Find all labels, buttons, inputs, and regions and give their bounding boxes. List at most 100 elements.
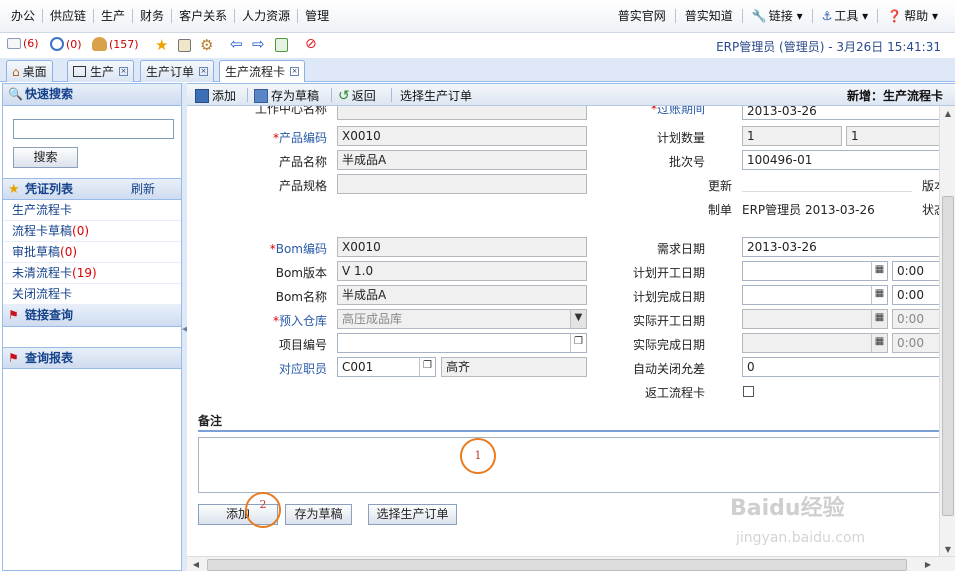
watermark-url: jingyan.baidu.com — [736, 530, 866, 546]
arrow-left-icon[interactable]: ⇦ — [230, 37, 245, 52]
bottom-save-draft-button[interactable]: 存为草稿 — [285, 504, 352, 525]
scroll-right-icon[interactable]: ▶ — [921, 558, 935, 571]
search-button[interactable]: 搜索 — [13, 147, 78, 168]
actual-start-time-field[interactable]: 0:00 — [892, 309, 942, 329]
tab-desktop[interactable]: ⌂ 桌面 — [6, 60, 53, 82]
product-code-field[interactable]: X0010 — [337, 126, 587, 146]
rework-checkbox[interactable] — [743, 386, 754, 397]
calendar-icon[interactable]: ▦ — [871, 334, 887, 352]
plan-finish-time-field[interactable]: 0:00 — [892, 285, 942, 305]
calendar-icon[interactable]: ▦ — [871, 310, 887, 328]
menu-hr[interactable]: 人力资源 — [235, 9, 299, 23]
plan-finish-date-field[interactable] — [742, 285, 888, 305]
save-draft-button[interactable]: 存为草稿 — [254, 87, 319, 104]
actual-start-date-field[interactable] — [742, 309, 888, 329]
arrow-right-icon[interactable]: ⇨ — [252, 37, 267, 52]
work-center-field[interactable] — [337, 106, 587, 120]
star-icon[interactable]: ★ — [155, 38, 170, 53]
horizontal-scroll-thumb[interactable] — [207, 559, 907, 571]
product-name-label: 产品名称 — [278, 155, 327, 169]
calendar-icon[interactable]: ▦ — [871, 262, 887, 280]
flag-icon: ⚑ — [8, 308, 19, 322]
plan-qty-unit-field[interactable]: 1 — [846, 126, 942, 146]
scroll-left-icon[interactable]: ◀ — [189, 558, 203, 571]
sidebar-item-closed-flow-card[interactable]: 关闭流程卡 — [3, 284, 181, 305]
close-icon[interactable]: × — [199, 67, 209, 76]
watermark-logo: Baidu经验 — [730, 496, 845, 521]
menu-finance[interactable]: 财务 — [133, 9, 173, 23]
warehouse-select[interactable]: 高压成品库 — [337, 309, 587, 329]
menu-links[interactable]: 🔧 链接 ▾ — [743, 9, 813, 23]
gear-icon[interactable]: ⚙ — [200, 38, 215, 53]
users-icon — [92, 37, 107, 51]
bottom-select-order-button[interactable]: 选择生产订单 — [368, 504, 457, 525]
vertical-scrollbar[interactable]: ▲ ▼ — [939, 106, 955, 558]
users-notification[interactable]: (157) — [92, 37, 139, 51]
sidebar-item-open-flow-card[interactable]: 未清流程卡(19) — [3, 263, 181, 284]
project-label: 项目编号 — [278, 338, 327, 352]
back-icon: ↺ — [338, 87, 350, 104]
menu-tools[interactable]: ⚓ 工具 ▾ — [813, 9, 879, 23]
menu-office[interactable]: 办公 — [4, 9, 44, 23]
user-info: ERP管理员 (管理员) - 3月26日 15:41:31 — [716, 40, 941, 54]
product-name-field[interactable]: 半成品A — [337, 150, 587, 170]
close-icon[interactable]: × — [119, 67, 129, 76]
plan-qty-field[interactable]: 1 — [742, 126, 842, 146]
plan-finish-label: 计划完成日期 — [632, 290, 705, 304]
calendar-icon[interactable]: ▦ — [871, 286, 887, 304]
quick-search-header[interactable]: 🔍 快速搜索 — [3, 84, 181, 106]
select-order-button[interactable]: 选择生产订单 — [400, 87, 472, 104]
auto-close-field[interactable]: 0 — [742, 357, 942, 377]
calendar-icon[interactable] — [178, 39, 191, 52]
horizontal-scrollbar[interactable]: ◀ ▶ — [187, 556, 955, 571]
voucher-list-header[interactable]: ★ 凭证列表 刷新 — [3, 178, 181, 200]
plan-start-date-field[interactable] — [742, 261, 888, 281]
menu-official-site[interactable]: 普实官网 — [609, 9, 676, 23]
actual-finish-time-field[interactable]: 0:00 — [892, 333, 942, 353]
back-button[interactable]: ↺ 返回 — [338, 87, 376, 104]
tab-production-order[interactable]: 生产订单 × — [140, 60, 215, 82]
refresh-icon[interactable] — [275, 38, 288, 52]
add-button[interactable]: 添加 — [195, 87, 236, 104]
close-icon[interactable]: × — [290, 67, 300, 76]
actual-finish-date-field[interactable] — [742, 333, 888, 353]
refresh-link[interactable]: 刷新 — [131, 179, 155, 200]
demand-date-field[interactable]: 2013-03-26 — [742, 237, 942, 257]
plan-qty-label: 计划数量 — [656, 131, 705, 145]
clock-notification[interactable]: (0) — [50, 37, 82, 51]
search-icon: 🔍 — [8, 87, 23, 101]
vertical-scroll-thumb[interactable] — [942, 196, 954, 516]
batch-field[interactable]: 100496-01 — [742, 150, 942, 170]
remark-textarea[interactable] — [198, 437, 942, 493]
lookup-icon[interactable]: ❐ — [419, 358, 435, 376]
logout-icon[interactable]: ⊘ — [305, 37, 320, 51]
menu-admin[interactable]: 管理 — [298, 9, 336, 23]
creator-value: ERP管理员 2013-03-26 — [742, 203, 875, 217]
tab-production[interactable]: 生产 × — [67, 60, 135, 82]
bom-code-field[interactable]: X0010 — [337, 237, 587, 257]
annotation-marker-2: 2 — [245, 492, 281, 528]
plan-start-time-field[interactable]: 0:00 — [892, 261, 942, 281]
project-field[interactable] — [337, 333, 587, 353]
product-spec-field[interactable] — [337, 174, 587, 194]
bom-version-field[interactable]: V 1.0 — [337, 261, 587, 281]
menu-knowledge[interactable]: 普实知道 — [676, 9, 743, 23]
menu-supply-chain[interactable]: 供应链 — [43, 9, 95, 23]
mail-notification[interactable]: (6) — [7, 37, 39, 50]
top-menu-bar: 办公 供应链 生产 财务 客户关系 人力资源 管理 普实官网 普实知道 🔧 链接 … — [0, 0, 955, 33]
sidebar-item-flow-card-draft[interactable]: 流程卡草稿(0) — [3, 221, 181, 242]
menu-production[interactable]: 生产 — [94, 9, 134, 23]
anchor-icon: ⚓ — [821, 9, 833, 23]
scroll-up-icon[interactable]: ▲ — [941, 107, 955, 121]
tab-production-flow-card[interactable]: 生产流程卡 × — [219, 60, 306, 82]
sidebar-item-approval-draft[interactable]: 审批草稿(0) — [3, 242, 181, 263]
scroll-down-icon[interactable]: ▼ — [941, 543, 955, 557]
link-query-header[interactable]: ⚑ 链接查询 — [3, 305, 181, 327]
bom-name-field[interactable]: 半成品A — [337, 285, 587, 305]
query-report-header[interactable]: ⚑ 查询报表 — [3, 347, 181, 369]
menu-crm[interactable]: 客户关系 — [172, 9, 236, 23]
menu-help[interactable]: ❓ 帮助 ▾ — [878, 9, 947, 23]
search-input[interactable] — [13, 119, 174, 139]
post-date-field[interactable]: 2013-03-26 — [742, 106, 942, 120]
sidebar-item-flow-card[interactable]: 生产流程卡 — [3, 200, 181, 221]
